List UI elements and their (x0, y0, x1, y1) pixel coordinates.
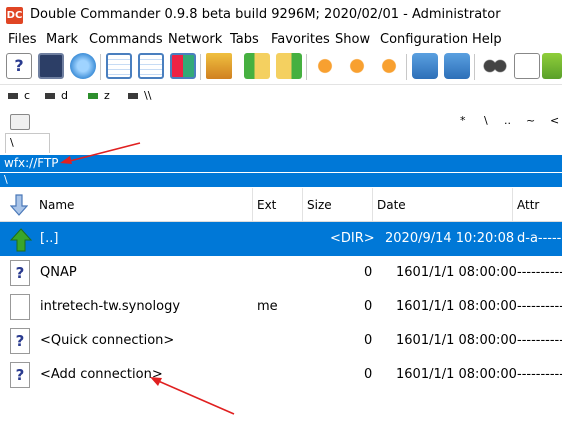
unknown-file-icon: ? (10, 260, 30, 286)
unknown-file-icon: ? (10, 328, 30, 354)
row-attr: d-a------- (517, 231, 562, 246)
home-button[interactable]: ~ (526, 114, 535, 127)
row-name: <Quick connection> (40, 333, 175, 348)
drive-icon (8, 93, 18, 99)
row-size: 0 (364, 333, 373, 348)
column-divider[interactable] (302, 188, 303, 221)
tab-root[interactable]: \ (5, 133, 50, 153)
row-size: 0 (364, 367, 373, 382)
drive-icon (45, 93, 55, 99)
history-button[interactable]: < (550, 114, 559, 127)
row-attr: ---------- (517, 367, 562, 382)
pack-archive-icon[interactable] (412, 53, 438, 79)
full-view-icon[interactable] (138, 53, 164, 79)
table-row[interactable]: intretech-tw.synology me 0 1601/1/1 08:0… (0, 290, 562, 324)
row-attr: ---------- (517, 299, 562, 314)
toolbar-separator (474, 54, 475, 80)
row-name: QNAP (40, 265, 77, 280)
row-date: 1601/1/1 08:00:00 (396, 265, 517, 280)
thumbnail-view-icon[interactable] (170, 53, 196, 79)
drive-button-z[interactable]: z (88, 89, 110, 102)
sort-down-arrow-icon[interactable] (10, 194, 28, 216)
root-button[interactable]: \ (484, 114, 488, 127)
toolbar-separator (200, 54, 201, 80)
copy-left-icon[interactable] (244, 53, 270, 79)
column-header-row: Name Ext Size Date Attr (0, 188, 562, 222)
search-binoculars-icon[interactable] (482, 53, 508, 79)
help-icon[interactable]: ? (6, 53, 32, 79)
row-attr: ---------- (517, 333, 562, 348)
row-attr: ---------- (517, 265, 562, 280)
row-name: [..] (40, 231, 59, 246)
column-divider[interactable] (252, 188, 253, 221)
favorites-button[interactable]: * (460, 114, 466, 127)
menu-configuration[interactable]: Configuration (380, 32, 468, 47)
menu-mark[interactable]: Mark (46, 32, 78, 47)
drive-button-c[interactable]: c (8, 89, 30, 102)
row-date: 2020/9/14 10:20:08 (385, 231, 515, 246)
drive-list-button[interactable] (10, 114, 30, 130)
row-size: 0 (364, 299, 373, 314)
row-ext: me (257, 299, 278, 314)
menu-commands[interactable]: Commands (89, 32, 163, 47)
toolbar-separator (406, 54, 407, 80)
sub-path: \ (0, 173, 562, 187)
table-row[interactable]: ? QNAP 0 1601/1/1 08:00:00 ---------- (0, 256, 562, 290)
sync-icon[interactable] (542, 53, 562, 79)
column-divider[interactable] (512, 188, 513, 221)
row-name: intretech-tw.synology (40, 299, 181, 314)
column-ext[interactable]: Ext (257, 198, 276, 212)
brief-view-icon[interactable] (106, 53, 132, 79)
row-date: 1601/1/1 08:00:00 (396, 367, 517, 382)
unknown-file-icon: ? (10, 362, 30, 388)
network-drive-icon (88, 93, 98, 99)
menu-favorites[interactable]: Favorites (271, 32, 330, 47)
column-attr[interactable]: Attr (517, 198, 539, 212)
column-date[interactable]: Date (377, 198, 406, 212)
drive-button-network[interactable]: \\ (128, 89, 151, 102)
row-size: 0 (364, 265, 373, 280)
unpack-archive-icon[interactable] (444, 53, 470, 79)
menu-show[interactable]: Show (335, 32, 370, 47)
row-size: <DIR> (330, 231, 375, 246)
drive-button-d[interactable]: d (45, 89, 68, 102)
options-gear-icon[interactable] (70, 53, 96, 79)
terminal-icon[interactable] (38, 53, 64, 79)
up-arrow-icon (10, 228, 32, 252)
menu-tabs[interactable]: Tabs (230, 32, 259, 47)
column-divider[interactable] (372, 188, 373, 221)
network-icon (128, 93, 138, 99)
window-title: Double Commander 0.9.8 beta build 9296M;… (30, 7, 501, 22)
title-bar: DC Double Commander 0.9.8 beta build 929… (0, 0, 562, 30)
file-icon (10, 294, 30, 320)
row-name: <Add connection> (40, 367, 163, 382)
toolbar: ? (0, 50, 562, 85)
menu-files[interactable]: Files (8, 32, 37, 47)
parent-button[interactable]: .. (504, 114, 511, 127)
menu-help[interactable]: Help (472, 32, 502, 47)
app-logo-icon: DC (6, 7, 23, 24)
edit-file-icon[interactable] (514, 53, 540, 79)
table-row[interactable]: ? <Quick connection> 0 1601/1/1 08:00:00… (0, 324, 562, 358)
column-name[interactable]: Name (39, 198, 74, 212)
drive-bar: c d z \\ (0, 86, 562, 108)
compare-directories-icon[interactable] (206, 53, 232, 79)
table-row[interactable]: ? <Add connection> 0 1601/1/1 08:00:00 -… (0, 358, 562, 392)
copy-right-icon[interactable] (276, 53, 302, 79)
new-folder-add-icon[interactable] (312, 53, 338, 79)
toolbar-separator (306, 54, 307, 80)
current-path[interactable]: wfx://FTP (0, 155, 562, 172)
mark-icon[interactable] (376, 53, 402, 79)
delete-remove-icon[interactable] (344, 53, 370, 79)
row-date: 1601/1/1 08:00:00 (396, 299, 517, 314)
toolbar-separator (100, 54, 101, 80)
menu-network[interactable]: Network (168, 32, 222, 47)
column-size[interactable]: Size (307, 198, 332, 212)
menu-bar: Files Mark Commands Network Tabs Favorit… (0, 30, 562, 50)
row-date: 1601/1/1 08:00:00 (396, 333, 517, 348)
table-row-parent[interactable]: [..] <DIR> 2020/9/14 10:20:08 d-a------- (0, 222, 562, 256)
